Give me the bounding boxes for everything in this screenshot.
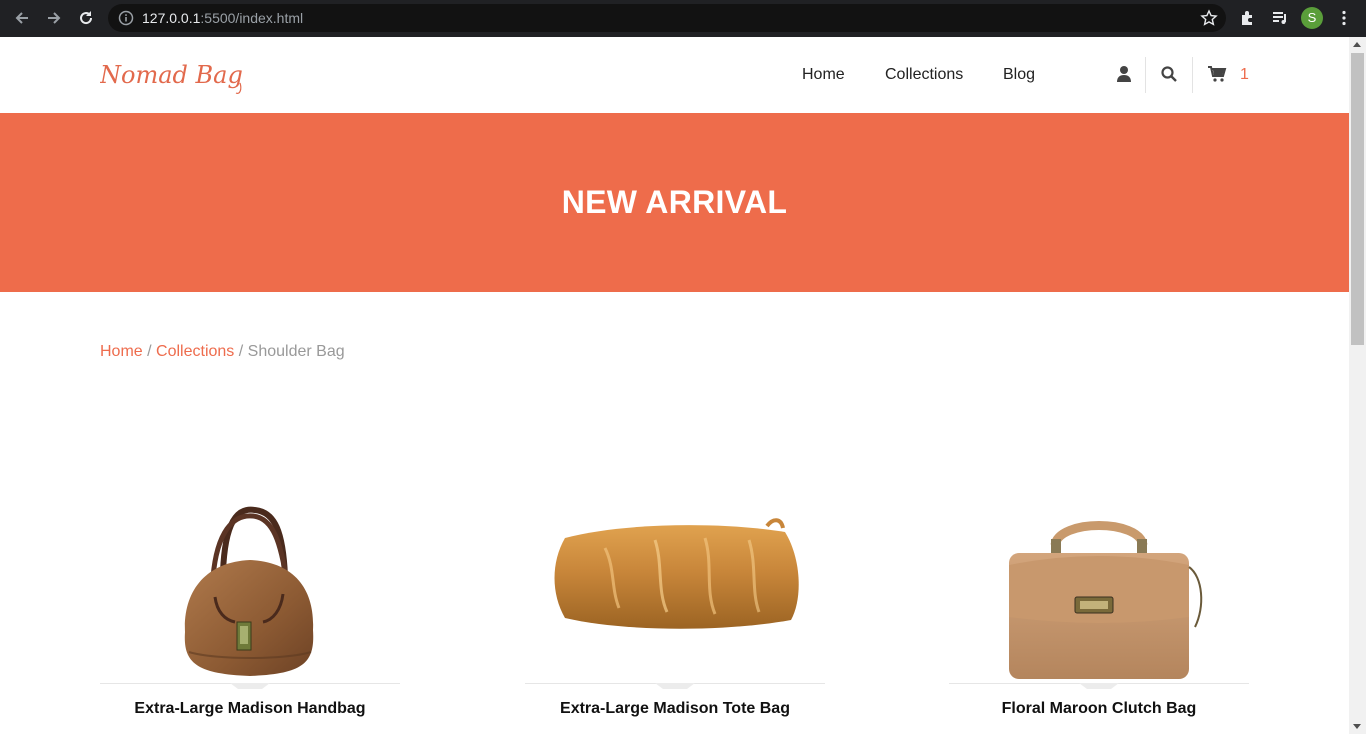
page-scrollbar[interactable] xyxy=(1349,37,1366,734)
scroll-up-arrow-icon[interactable] xyxy=(1353,42,1361,47)
product-card[interactable]: Extra-Large Madison Handbag xyxy=(100,492,400,734)
brown-handbag-image[interactable] xyxy=(100,492,400,682)
search-icon[interactable] xyxy=(1160,64,1178,84)
breadcrumb-current: Shoulder Bag xyxy=(247,343,345,360)
tan-satchel-image[interactable] xyxy=(949,492,1249,682)
hero-banner: NEW ARRIVAL xyxy=(0,113,1349,292)
nav-blog[interactable]: Blog xyxy=(1003,65,1035,85)
reload-icon[interactable] xyxy=(74,6,98,30)
url-text[interactable]: 127.0.0.1:5500/index.html xyxy=(142,10,303,26)
extensions-puzzle-icon[interactable] xyxy=(1236,6,1260,30)
site-header: Nomad Bag Home Collections Blog 1 xyxy=(0,37,1349,113)
product-card[interactable]: Extra-Large Madison Tote Bag xyxy=(525,492,825,734)
bookmark-star-icon[interactable] xyxy=(1200,9,1218,27)
gold-clutch-image[interactable] xyxy=(525,492,825,682)
card-notch xyxy=(655,683,695,689)
product-card[interactable]: Floral Maroon Clutch Bag xyxy=(949,492,1249,734)
cart-icon[interactable] xyxy=(1207,64,1227,84)
scroll-thumb[interactable] xyxy=(1351,53,1364,345)
breadcrumb-collections[interactable]: Collections xyxy=(156,343,234,360)
breadcrumb: Home / Collections / Shoulder Bag xyxy=(100,342,345,362)
nav-collections[interactable]: Collections xyxy=(885,65,963,85)
breadcrumb-separator: / xyxy=(238,343,244,360)
media-queue-icon[interactable] xyxy=(1268,6,1292,30)
breadcrumb-home[interactable]: Home xyxy=(100,343,143,360)
page-content: Nomad Bag Home Collections Blog 1 NEW AR… xyxy=(0,37,1349,734)
nav-home[interactable]: Home xyxy=(802,65,845,85)
header-divider xyxy=(1145,57,1146,93)
browser-toolbar: 127.0.0.1:5500/index.html S xyxy=(0,0,1366,37)
address-bar[interactable]: 127.0.0.1:5500/index.html xyxy=(108,4,1226,32)
info-icon[interactable] xyxy=(118,10,134,26)
scroll-down-arrow-icon[interactable] xyxy=(1353,724,1361,729)
back-icon[interactable] xyxy=(10,6,34,30)
card-notch xyxy=(230,683,270,689)
user-icon[interactable] xyxy=(1115,64,1133,84)
product-name[interactable]: Floral Maroon Clutch Bag xyxy=(949,699,1249,719)
product-name[interactable]: Extra-Large Madison Handbag xyxy=(100,699,400,719)
forward-icon[interactable] xyxy=(42,6,66,30)
browser-menu-icon[interactable] xyxy=(1332,6,1356,30)
card-notch xyxy=(1079,683,1119,689)
breadcrumb-separator: / xyxy=(147,343,152,360)
profile-avatar[interactable]: S xyxy=(1301,7,1323,29)
header-divider xyxy=(1192,57,1193,93)
nomad-bag-logo[interactable]: Nomad Bag xyxy=(100,57,256,97)
product-name[interactable]: Extra-Large Madison Tote Bag xyxy=(525,699,825,719)
cart-count-badge[interactable]: 1 xyxy=(1240,65,1249,85)
svg-text:Nomad Bag: Nomad Bag xyxy=(100,61,243,89)
page-title: NEW ARRIVAL xyxy=(561,184,788,220)
